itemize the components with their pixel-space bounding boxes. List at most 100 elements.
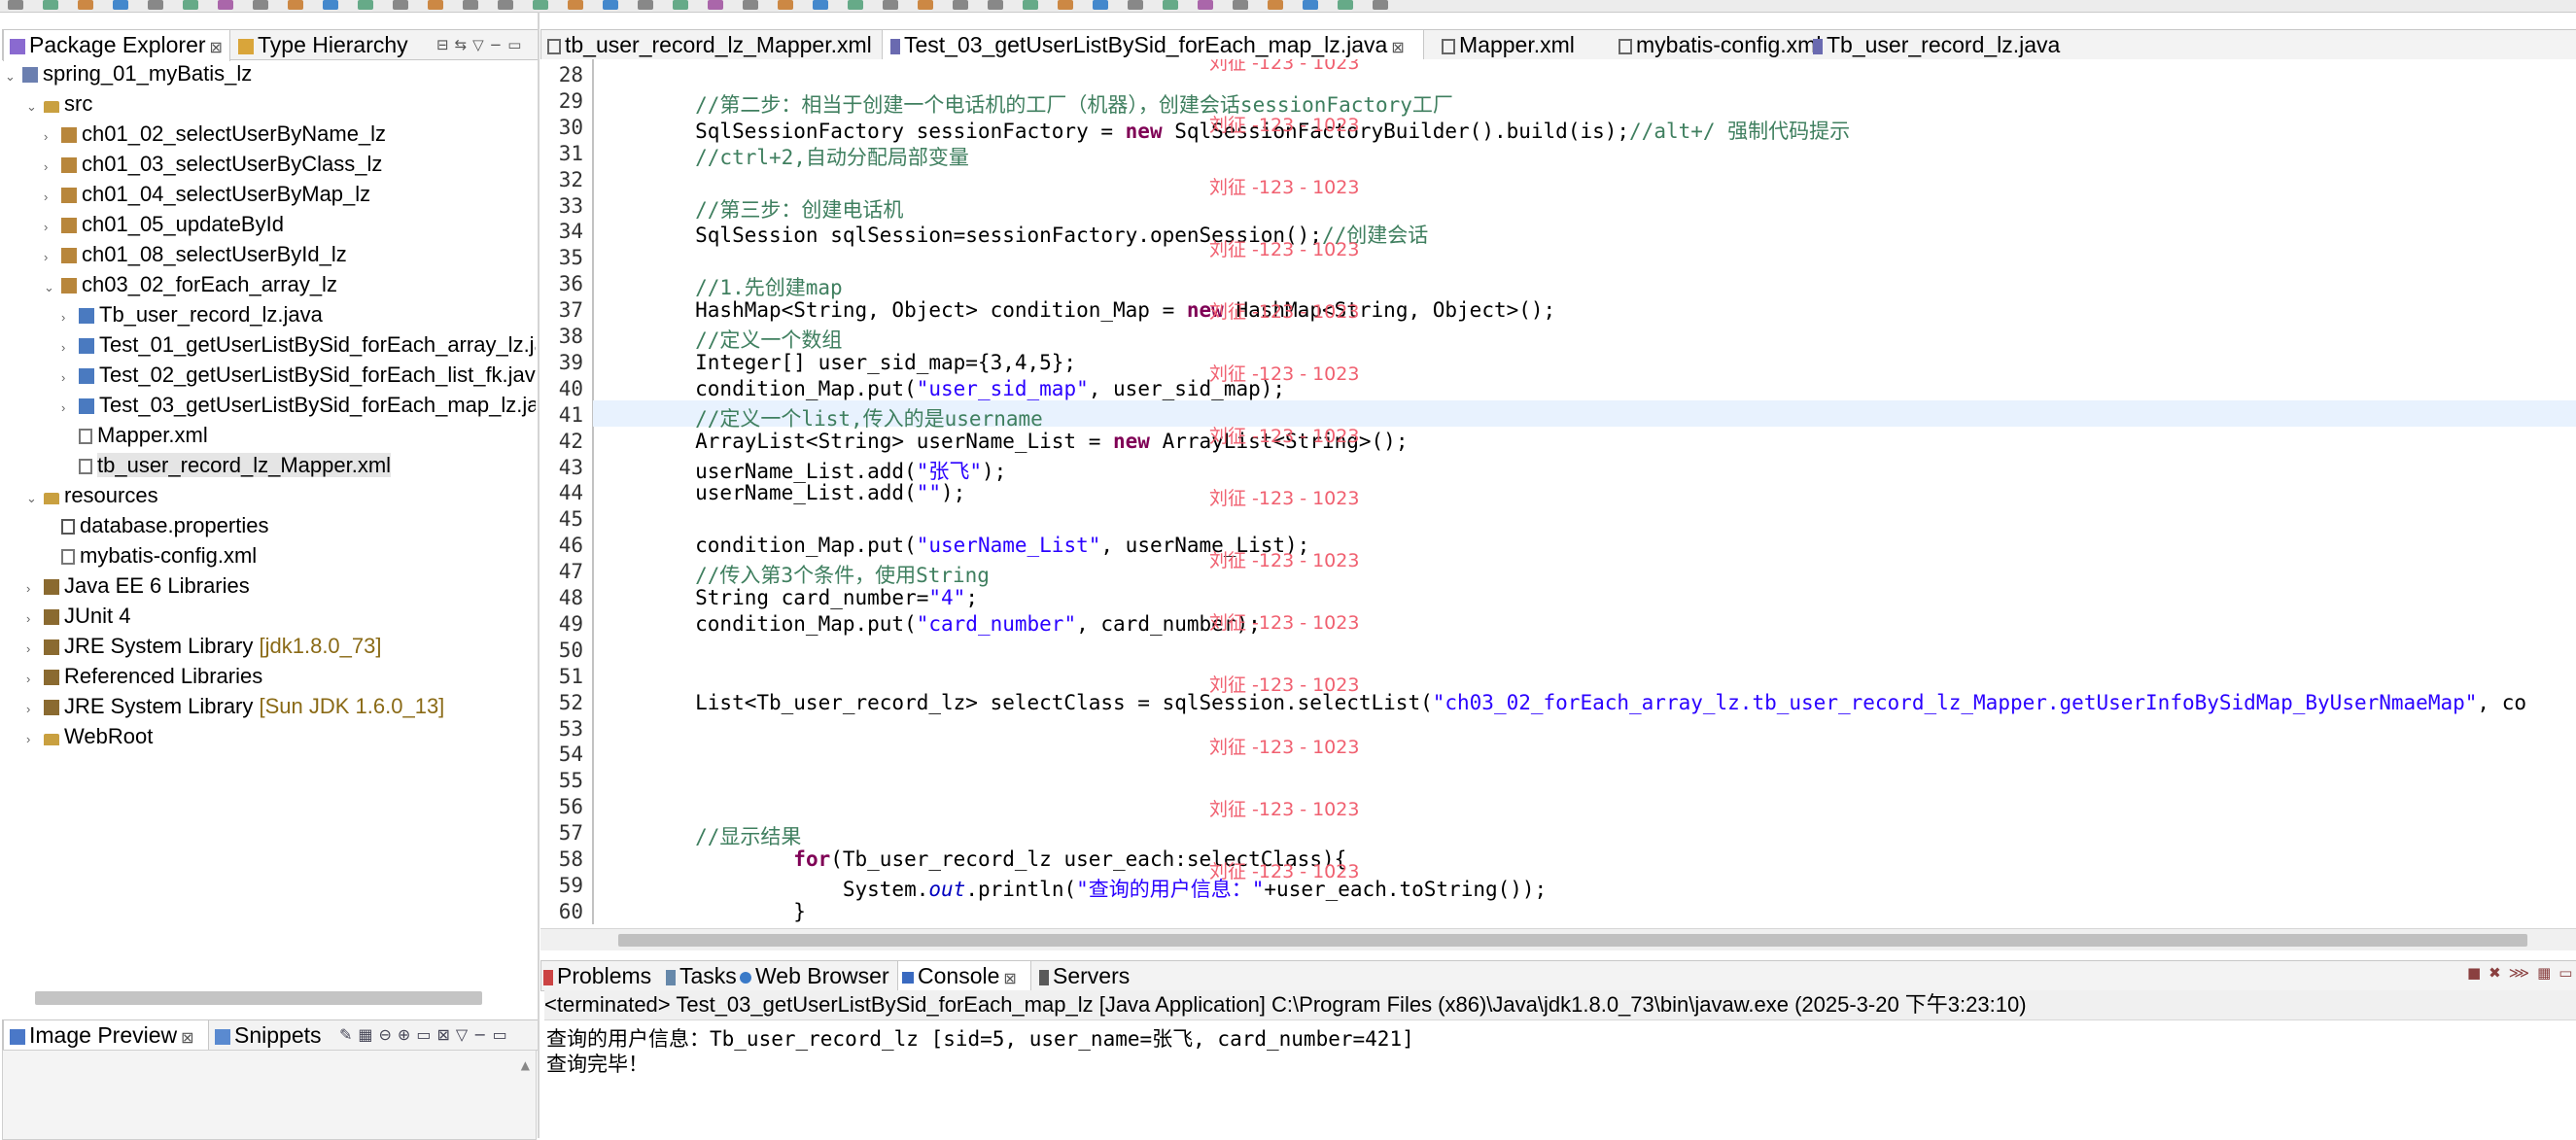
tree-item[interactable]: › Tb_user_record_lz.java — [61, 300, 323, 329]
image-preview-toolbar-icons[interactable]: ✎▦⊖⊕▭⊠▽−▭ — [339, 1025, 534, 1045]
toolbar-button-icon[interactable] — [1338, 0, 1353, 10]
toolbar-button-icon[interactable] — [603, 0, 618, 10]
tree-item[interactable]: mybatis-config.xml — [44, 541, 257, 570]
toolbar-button-icon[interactable] — [218, 0, 233, 10]
tree-item[interactable]: › WebRoot — [26, 722, 153, 751]
toolbar-button-icon[interactable] — [393, 0, 408, 10]
close-icon[interactable]: ⊠ — [181, 1030, 193, 1047]
tree-item[interactable]: ⌄ spring_01_myBatis_lz — [5, 59, 252, 88]
toolbar-button-icon[interactable] — [113, 0, 128, 10]
tab-servers[interactable]: Servers — [1039, 961, 1156, 990]
collapsed-arrow-icon[interactable]: › — [26, 635, 44, 664]
tree-item[interactable]: Mapper.xml — [61, 421, 208, 450]
collapsed-arrow-icon[interactable]: › — [44, 213, 61, 242]
view-menu-icons[interactable]: ⊟⇆▽−▭ — [436, 36, 534, 53]
collapsed-arrow-icon[interactable]: › — [44, 153, 61, 182]
toolbar-button-icon[interactable] — [568, 0, 583, 10]
close-icon[interactable]: ⊠ — [1391, 40, 1404, 56]
tree-item[interactable]: › Referenced Libraries — [26, 662, 262, 691]
toolbar-button-icon[interactable] — [1163, 0, 1178, 10]
code-editor[interactable]: 28 29 30 31 32 33 34 35 36 37 38 39 40 41 42 43 44 45 46 47… — [540, 59, 2576, 924]
tree-item[interactable]: › ch01_04_selectUserByMap_lz — [44, 180, 370, 209]
collapsed-arrow-icon[interactable]: › — [26, 695, 44, 724]
toolbar-button-icon[interactable] — [1303, 0, 1318, 10]
tree-item[interactable]: ⌄ src — [26, 89, 92, 119]
tree-item[interactable]: › Java EE 6 Libraries — [26, 571, 250, 601]
toolbar-button-icon[interactable] — [708, 0, 723, 10]
toolbar-button-icon[interactable] — [428, 0, 443, 10]
tree-item[interactable]: › ch01_05_updateById — [44, 210, 284, 239]
tree-item[interactable]: tb_user_record_lz_Mapper.xml — [61, 451, 392, 480]
tab-snippets[interactable]: Snippets — [215, 1020, 337, 1050]
tree-item[interactable]: › JRE System Library [Sun JDK 1.6.0_13] — [26, 692, 444, 721]
toolbar-button-icon[interactable] — [638, 0, 653, 10]
toolbar-button-icon[interactable] — [673, 0, 688, 10]
toolbar-button-icon[interactable] — [1023, 0, 1038, 10]
collapsed-arrow-icon[interactable]: › — [26, 605, 44, 634]
toolbar-button-icon[interactable] — [1198, 0, 1213, 10]
tree-item[interactable]: ⌄ ch03_02_forEach_array_lz — [44, 270, 337, 299]
toolbar-button-icon[interactable] — [1058, 0, 1073, 10]
toolbar-button-icon[interactable] — [533, 0, 548, 10]
console-toolbar-icons[interactable]: ■✖⋙▦▭ — [2467, 964, 2574, 985]
collapsed-arrow-icon[interactable]: › — [26, 725, 44, 754]
toolbar-button-icon[interactable] — [8, 0, 23, 10]
collapsed-arrow-icon[interactable]: › — [61, 394, 79, 423]
tab-package-explorer[interactable]: Package Explorer ⊠ — [3, 29, 230, 61]
close-icon[interactable]: ⊠ — [210, 40, 223, 56]
close-icon[interactable]: ⊠ — [1003, 971, 1016, 987]
toolbar-button-icon[interactable] — [358, 0, 373, 10]
tree-item[interactable]: › ch01_03_selectUserByClass_lz — [44, 150, 382, 179]
tab-editor-mapper-xml-lz[interactable]: tb_user_record_lz_Mapper.xml — [541, 30, 872, 59]
toolbar-button-icon[interactable] — [1268, 0, 1283, 10]
scroll-up-arrow-icon[interactable]: ▲ — [521, 1058, 530, 1072]
toolbar-button-icon[interactable] — [1373, 0, 1388, 10]
collapsed-arrow-icon[interactable]: › — [44, 243, 61, 272]
expanded-arrow-icon[interactable]: ⌄ — [44, 273, 61, 302]
toolbar-button-icon[interactable] — [323, 0, 338, 10]
toolbar-button-icon[interactable] — [498, 0, 513, 10]
toolbar-button-icon[interactable] — [1128, 0, 1143, 10]
tab-console[interactable]: Console ⊠ — [897, 960, 1031, 992]
toolbar-button-icon[interactable] — [1233, 0, 1248, 10]
tree-item[interactable]: ⌄ resources — [26, 481, 158, 510]
expanded-arrow-icon[interactable]: ⌄ — [26, 484, 44, 513]
collapsed-arrow-icon[interactable]: › — [44, 122, 61, 152]
tab-type-hierarchy[interactable]: Type Hierarchy — [238, 30, 423, 59]
collapsed-arrow-icon[interactable]: › — [61, 333, 79, 363]
toolbar-button-icon[interactable] — [253, 0, 268, 10]
toolbar-button-icon[interactable] — [953, 0, 968, 10]
toolbar-button-icon[interactable] — [743, 0, 758, 10]
tree-item[interactable]: › ch01_02_selectUserByName_lz — [44, 120, 386, 149]
toolbar-button-icon[interactable] — [183, 0, 198, 10]
toolbar-button-icon[interactable] — [463, 0, 478, 10]
tree-item[interactable]: › Test_01_getUserListBySid_forEach_array_… — [61, 330, 536, 360]
expanded-arrow-icon[interactable]: ⌄ — [26, 92, 44, 121]
collapsed-arrow-icon[interactable]: › — [61, 363, 79, 393]
editor-scroll-thumb[interactable] — [618, 934, 2527, 947]
toolbar-button-icon[interactable] — [78, 0, 93, 10]
tab-tasks[interactable]: Tasks — [666, 961, 751, 990]
toolbar-button-icon[interactable] — [43, 0, 58, 10]
expanded-arrow-icon[interactable]: ⌄ — [5, 62, 22, 91]
tab-web-browser[interactable]: Web Browser — [740, 961, 907, 990]
collapsed-arrow-icon[interactable]: › — [61, 303, 79, 332]
toolbar-button-icon[interactable] — [918, 0, 933, 10]
tree-item[interactable]: › JUnit 4 — [26, 602, 130, 631]
tree-item[interactable]: › Test_02_getUserListBySid_forEach_list_f… — [61, 361, 536, 390]
toolbar-button-icon[interactable] — [848, 0, 863, 10]
toolbar-button-icon[interactable] — [883, 0, 898, 10]
tree-item[interactable]: › ch01_08_selectUserById_lz — [44, 240, 347, 269]
toolbar-button-icon[interactable] — [1093, 0, 1108, 10]
tree-item[interactable]: database.properties — [44, 511, 268, 540]
tree-horizontal-scrollbar[interactable] — [35, 991, 482, 1005]
tab-editor-tb-user-record[interactable]: Tb_user_record_lz.java — [1801, 30, 2073, 59]
tab-editor-test03[interactable]: Test_03_getUserListBySid_forEach_map_lz.… — [882, 29, 1424, 61]
toolbar-button-icon[interactable] — [813, 0, 828, 10]
toolbar-button-icon[interactable] — [778, 0, 793, 10]
collapsed-arrow-icon[interactable]: › — [26, 574, 44, 604]
tab-image-preview[interactable]: Image Preview ⊠ — [3, 1019, 209, 1052]
toolbar-button-icon[interactable] — [288, 0, 303, 10]
collapsed-arrow-icon[interactable]: › — [26, 665, 44, 694]
tree-item[interactable]: › Test_03_getUserListBySid_forEach_map_lz… — [61, 391, 536, 420]
